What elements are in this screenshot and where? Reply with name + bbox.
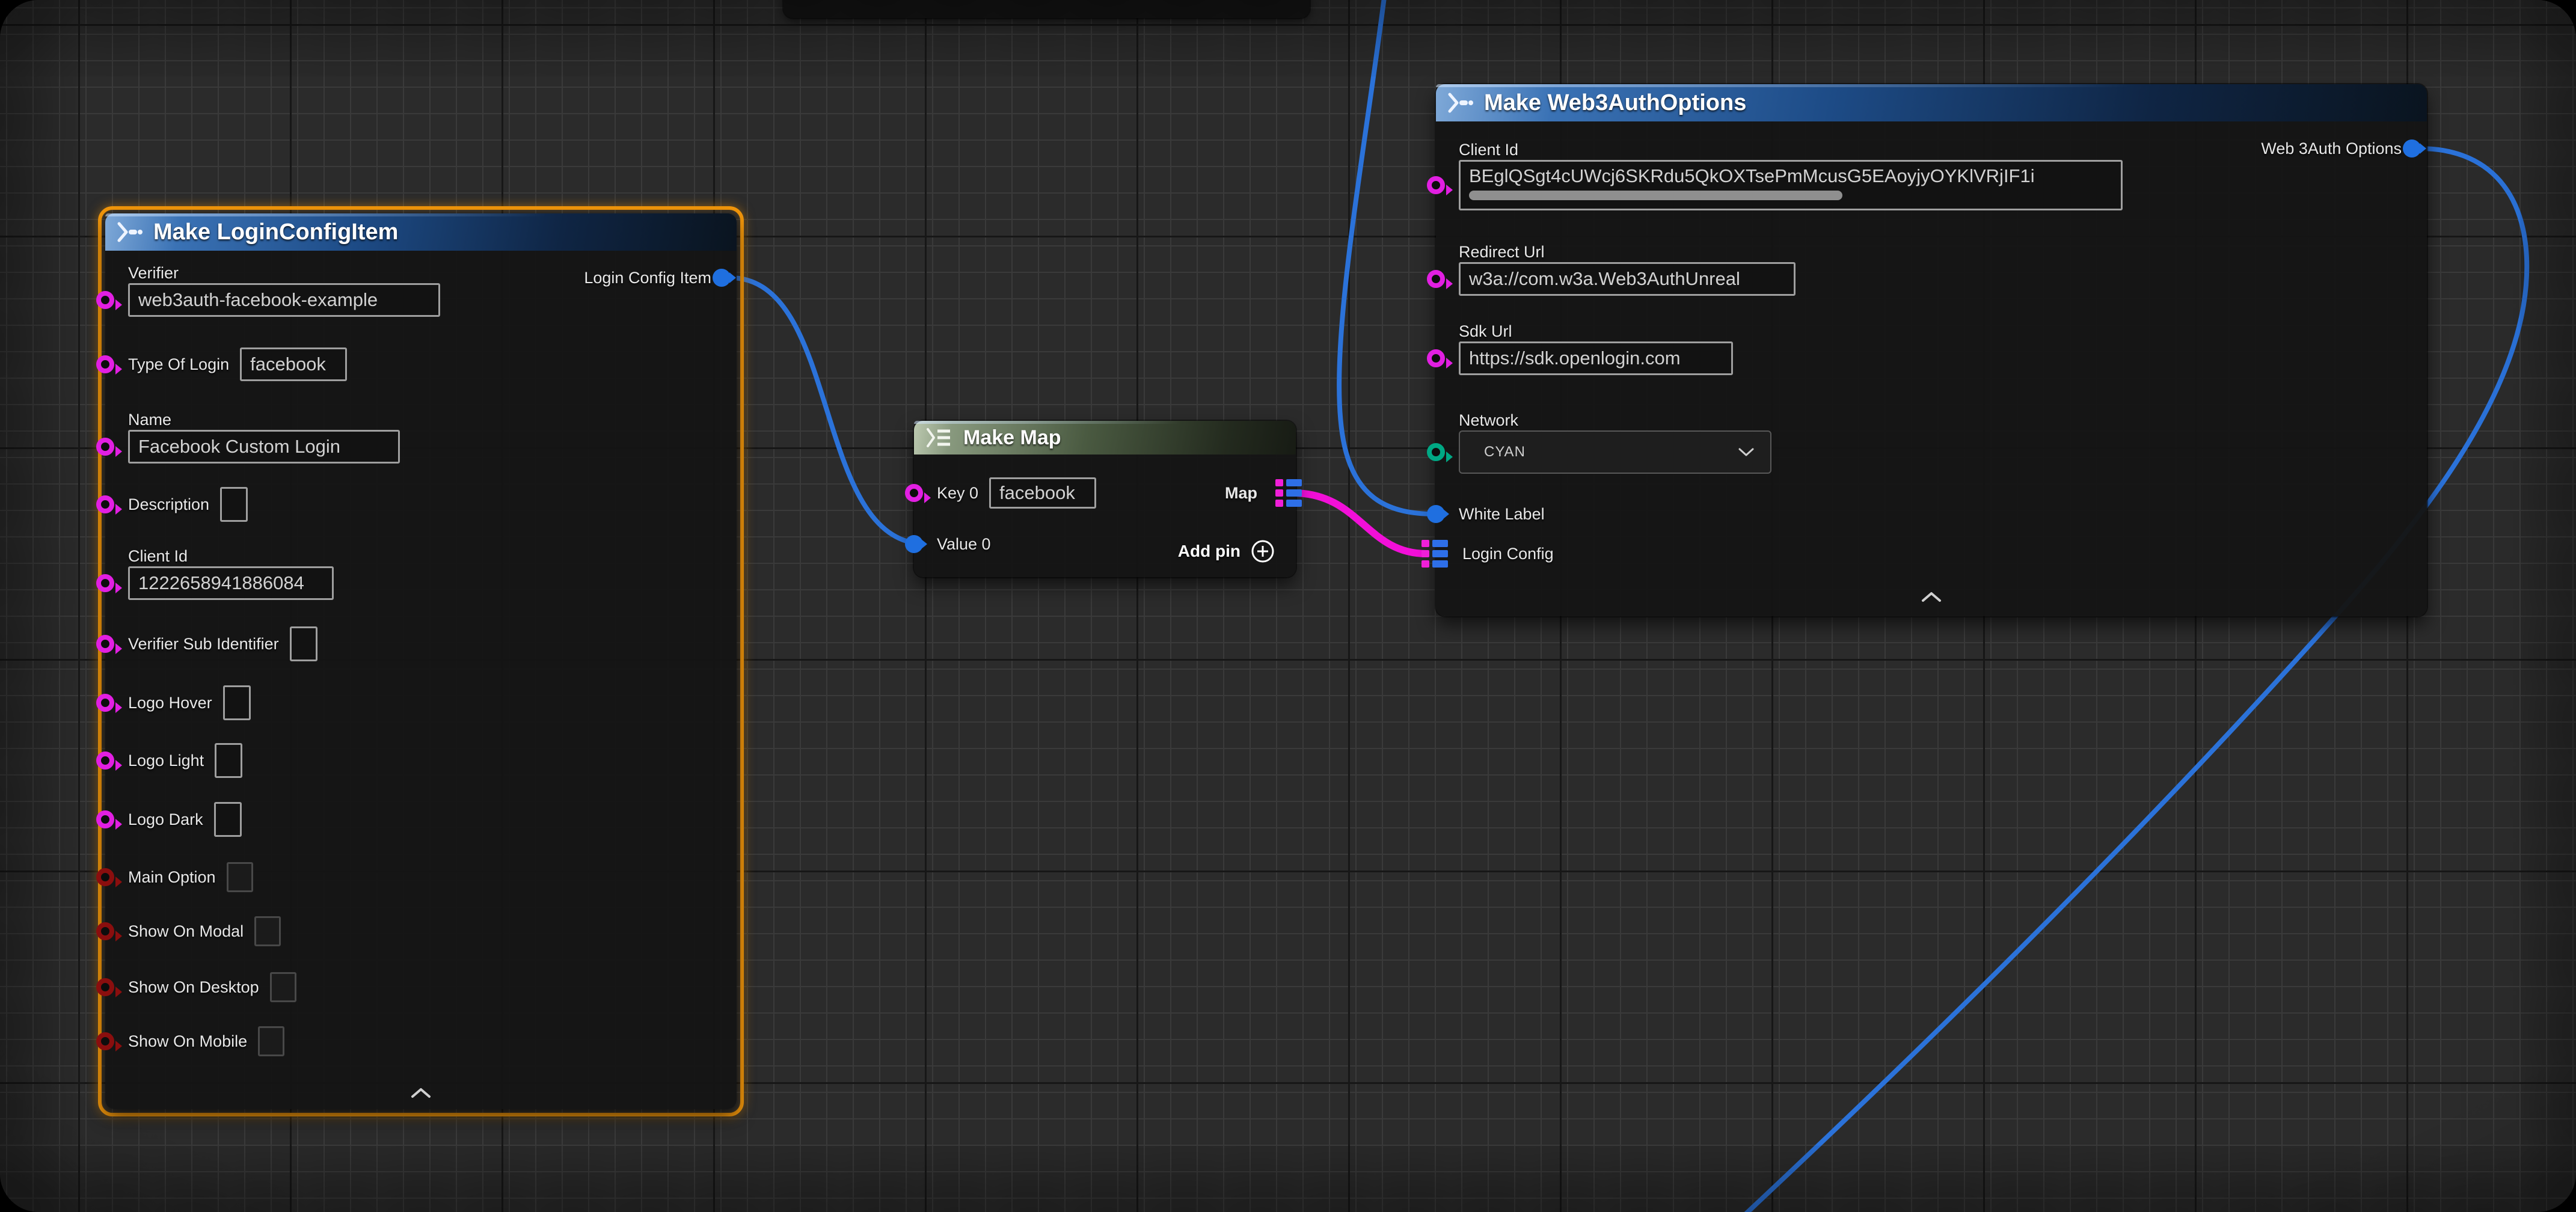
pin-row-client-id: Client Id 1222658941886084: [105, 546, 737, 600]
pin-type-of-login[interactable]: [96, 355, 114, 373]
logo-dark-input[interactable]: [214, 802, 242, 837]
network-selected-value: CYAN: [1484, 444, 1526, 461]
pin-sdk-url[interactable]: [1427, 349, 1445, 367]
pin-row-show-on-mobile: Show On Mobile: [105, 1024, 737, 1058]
pin-row-sdk-url: Sdk Url https://sdk.openlogin.com: [1436, 321, 2427, 375]
pin-row-redirect-url: Redirect Url w3a://com.w3a.Web3AuthUnrea…: [1436, 242, 2427, 296]
node-header-make-loginconfigitem[interactable]: Make LoginConfigItem: [105, 213, 737, 251]
dropdown-chevron-icon: [1738, 447, 1755, 457]
partial-offscreen-node[interactable]: [784, 0, 1310, 18]
logo-light-input[interactable]: [215, 743, 242, 778]
map-pin-icon[interactable]: [1421, 540, 1448, 568]
pin-row-white-label: White Label: [1436, 497, 2427, 531]
pin-show-on-desktop[interactable]: [96, 978, 114, 996]
pin-row-logo-hover: Logo Hover: [105, 686, 737, 720]
pin-main-option[interactable]: [96, 868, 114, 886]
show-on-mobile-checkbox[interactable]: [258, 1026, 284, 1056]
pin-name[interactable]: [96, 438, 114, 456]
verifier-input[interactable]: web3auth-facebook-example: [128, 283, 440, 317]
collapse-chevron-icon[interactable]: [1919, 590, 1943, 607]
pin-client-id[interactable]: [96, 574, 114, 592]
pin-row-description: Description: [105, 488, 737, 521]
show-on-modal-checkbox[interactable]: [254, 916, 281, 946]
wire-map-to-loginconfig[interactable]: [1293, 493, 1426, 554]
pin-row-map-output: Map: [914, 476, 1296, 510]
node-header-make-web3authoptions[interactable]: Make Web3AuthOptions: [1436, 84, 2427, 121]
verifier-sub-identifier-input[interactable]: [290, 626, 317, 661]
pin-row-logo-dark: Logo Dark: [105, 803, 737, 836]
node-title: Make Map: [963, 426, 1061, 450]
pin-description[interactable]: [96, 495, 114, 513]
node-title: Make LoginConfigItem: [153, 219, 398, 245]
make-map-icon: [925, 427, 952, 448]
pin-label-verifier: Verifier: [128, 263, 737, 283]
add-pin-button[interactable]: Add pin: [1178, 539, 1275, 564]
pin-row-login-config: Login Config: [1436, 537, 2427, 571]
pin-row-show-on-desktop: Show On Desktop: [105, 970, 737, 1004]
output-pin-label: Map: [1225, 484, 1257, 503]
map-pin-icon[interactable]: [1275, 479, 1302, 507]
add-pin-plus-icon: [1250, 539, 1275, 564]
pin-row-verifier: Verifier web3auth-facebook-example: [105, 263, 737, 317]
pin-row-main-option: Main Option: [105, 860, 737, 894]
type-of-login-input[interactable]: facebook: [240, 347, 347, 381]
pin-row-verifier-sub-identifier: Verifier Sub Identifier: [105, 627, 737, 661]
node-make-map[interactable]: Make Map Key 0 facebook Map Value 0 Add …: [914, 421, 1296, 577]
main-option-checkbox[interactable]: [227, 862, 253, 892]
pin-show-on-modal[interactable]: [96, 922, 114, 940]
selection-outline-make-loginconfigitem: Make LoginConfigItem Login Config Item V…: [98, 206, 744, 1116]
make-struct-icon: [1447, 92, 1473, 114]
network-dropdown[interactable]: CYAN: [1459, 430, 1771, 474]
pin-white-label[interactable]: [1427, 505, 1445, 523]
node-title: Make Web3AuthOptions: [1484, 90, 1746, 116]
pin-row-type-of-login: Type Of Login facebook: [105, 347, 737, 381]
blueprint-graph-canvas[interactable]: Make LoginConfigItem Login Config Item V…: [0, 0, 2576, 1212]
node-header-make-map[interactable]: Make Map: [914, 421, 1296, 454]
pin-verifier[interactable]: [96, 291, 114, 309]
show-on-desktop-checkbox[interactable]: [270, 972, 296, 1002]
node-make-loginconfigitem[interactable]: Make LoginConfigItem Login Config Item V…: [105, 213, 737, 1109]
pin-client-id[interactable]: [1427, 176, 1445, 194]
pin-value-0[interactable]: [905, 535, 923, 553]
pin-row-network: Network CYAN: [1436, 410, 2427, 474]
pin-logo-hover[interactable]: [96, 694, 114, 712]
client-id-scrollbar[interactable]: [1469, 191, 1842, 200]
pin-row-show-on-modal: Show On Modal: [105, 914, 737, 948]
client-id-text: BEglQSgt4cUWcj6SKRdu5QkOXTsePmMcusG5EAoy…: [1469, 164, 2112, 188]
make-struct-icon: [116, 221, 143, 243]
pin-row-client-id: Client Id BEglQSgt4cUWcj6SKRdu5QkOXTsePm…: [1436, 139, 2427, 210]
pin-row-name: Name Facebook Custom Login: [105, 409, 737, 464]
client-id-input[interactable]: BEglQSgt4cUWcj6SKRdu5QkOXTsePmMcusG5EAoy…: [1459, 160, 2123, 210]
pin-logo-dark[interactable]: [96, 810, 114, 828]
logo-hover-input[interactable]: [223, 685, 251, 720]
pin-row-logo-light: Logo Light: [105, 744, 737, 777]
pin-verifier-sub-identifier[interactable]: [96, 635, 114, 653]
pin-show-on-mobile[interactable]: [96, 1032, 114, 1050]
collapse-chevron-icon[interactable]: [409, 1086, 433, 1103]
description-input[interactable]: [220, 487, 248, 522]
pin-logo-light[interactable]: [96, 751, 114, 770]
pin-redirect-url[interactable]: [1427, 270, 1445, 288]
client-id-input[interactable]: 1222658941886084: [128, 566, 334, 600]
pin-network[interactable]: [1427, 443, 1445, 461]
wire-top-to-whitelabel[interactable]: [1339, 0, 1435, 514]
node-make-web3authoptions[interactable]: Make Web3AuthOptions Web 3Auth Options C…: [1436, 84, 2427, 616]
wire-loginconfigitem-to-value0[interactable]: [730, 278, 926, 544]
sdk-url-input[interactable]: https://sdk.openlogin.com: [1459, 341, 1733, 375]
name-input[interactable]: Facebook Custom Login: [128, 430, 400, 464]
redirect-url-input[interactable]: w3a://com.w3a.Web3AuthUnreal: [1459, 262, 1796, 296]
